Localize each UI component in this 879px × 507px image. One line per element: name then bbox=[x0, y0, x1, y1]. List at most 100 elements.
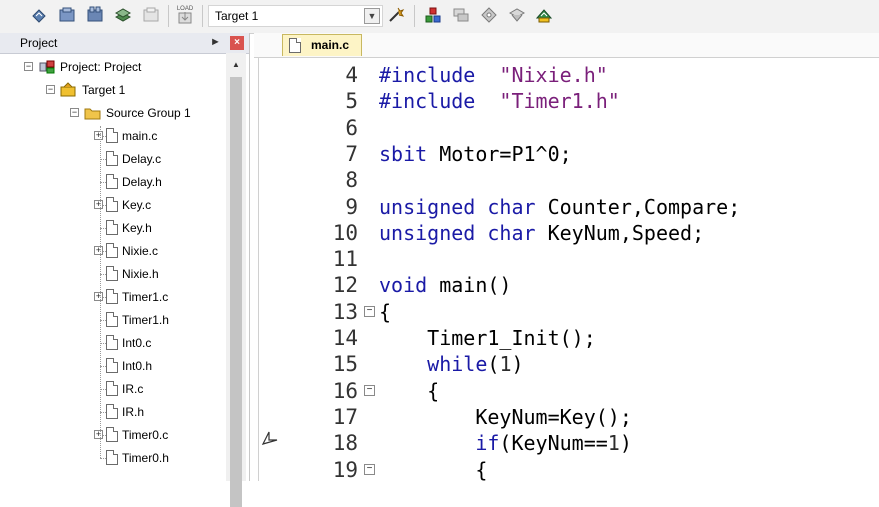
tree-item-label: Timer0.c bbox=[122, 428, 169, 442]
tree-item-nixie-h[interactable]: Nixie.h bbox=[0, 264, 226, 284]
file-icon bbox=[106, 312, 118, 327]
expand-icon[interactable]: + bbox=[94, 430, 103, 439]
tree-item-nixie-c[interactable]: + Nixie.c bbox=[0, 241, 226, 261]
multiproject-icon[interactable] bbox=[535, 6, 553, 24]
line-number: 16 bbox=[332, 378, 358, 403]
stop-build-icon[interactable] bbox=[142, 6, 160, 24]
code-text: { bbox=[379, 378, 440, 403]
code-text: unsigned char KeyNum,Speed; bbox=[379, 220, 705, 245]
tree-item-label: Delay.c bbox=[122, 152, 162, 166]
project-panel: Project ► × − Project: Project − Target 1 − S… bbox=[0, 33, 250, 507]
code-text: Timer1_Init(); bbox=[379, 326, 596, 350]
fold-toggle-icon[interactable]: − bbox=[364, 463, 375, 475]
tree-item-int0-h[interactable]: Int0.h bbox=[0, 356, 226, 376]
tree-item-ir-c[interactable]: IR.c bbox=[0, 379, 226, 399]
tab-main-c[interactable]: main.c bbox=[282, 34, 362, 56]
manage-rte-icon[interactable] bbox=[508, 6, 526, 24]
target-select[interactable]: Target 1 ▼ bbox=[208, 5, 383, 27]
code-line[interactable]: 5 #include "Timer1.h" bbox=[259, 88, 879, 114]
collapse-icon[interactable]: − bbox=[24, 62, 33, 71]
tree-item-delay-c[interactable]: Delay.c bbox=[0, 149, 226, 169]
file-icon bbox=[106, 450, 118, 465]
line-number: 9 bbox=[345, 194, 358, 219]
tree-item-timer1-c[interactable]: + Timer1.c bbox=[0, 287, 226, 307]
code-line[interactable]: 12 void main() bbox=[259, 272, 879, 298]
fold-toggle-icon[interactable]: − bbox=[364, 305, 375, 317]
tree-item-label: Project: Project bbox=[60, 60, 142, 74]
fold-toggle-icon[interactable]: − bbox=[364, 384, 375, 396]
file-icon bbox=[106, 128, 118, 143]
load-icon[interactable]: LOAD bbox=[176, 3, 194, 27]
file-icon bbox=[106, 335, 118, 350]
code-editor[interactable]: 4 #include "Nixie.h" 5 #include "Timer1.h" 6… bbox=[258, 58, 879, 481]
target-select-value: Target 1 bbox=[215, 9, 259, 23]
tree-item-timer0-h[interactable]: Timer0.h bbox=[0, 448, 226, 468]
tree-item-target-1[interactable]: − Target 1 bbox=[0, 80, 226, 100]
code-line[interactable]: 15 while(1) bbox=[259, 351, 879, 377]
tree-item-key-h[interactable]: Key.h bbox=[0, 218, 226, 238]
batch-build-icon[interactable] bbox=[114, 6, 132, 24]
code-line[interactable]: 14 Timer1_Init(); bbox=[259, 325, 879, 351]
editor-tab-strip: main.c bbox=[254, 33, 879, 58]
expand-icon[interactable]: + bbox=[94, 200, 103, 209]
toolbar-separator bbox=[202, 5, 203, 27]
scroll-up-icon[interactable]: ▲ bbox=[226, 57, 246, 73]
tree-item-label: Key.h bbox=[122, 221, 152, 235]
tree-item-int0-c[interactable]: Int0.c bbox=[0, 333, 226, 353]
tree-item-label: Int0.h bbox=[122, 359, 153, 373]
expand-icon[interactable]: + bbox=[94, 292, 103, 301]
tree-item-key-c[interactable]: + Key.c bbox=[0, 195, 226, 215]
scroll-thumb[interactable] bbox=[230, 77, 242, 507]
project-icon bbox=[39, 60, 55, 74]
pack-installer-icon[interactable] bbox=[452, 6, 470, 24]
code-line[interactable]: 11 bbox=[259, 246, 879, 272]
project-scrollbar[interactable]: ▲ bbox=[226, 53, 246, 507]
tree-item-delay-h[interactable]: Delay.h bbox=[0, 172, 226, 192]
tree-item-main-c[interactable]: + main.c bbox=[0, 126, 226, 146]
code-text: { bbox=[379, 457, 488, 482]
tree-item-project-project[interactable]: − Project: Project bbox=[0, 57, 226, 77]
line-number: 13 bbox=[332, 299, 358, 324]
code-line[interactable]: 4 #include "Nixie.h" bbox=[259, 62, 879, 88]
tree-item-source-group-1[interactable]: − Source Group 1 bbox=[0, 103, 226, 123]
code-text: unsigned char Counter,Compare; bbox=[379, 194, 741, 219]
tree-item-label: Target 1 bbox=[82, 83, 126, 97]
line-number: 11 bbox=[332, 247, 358, 272]
tree-item-timer1-h[interactable]: Timer1.h bbox=[0, 310, 226, 330]
file-icon bbox=[106, 197, 118, 212]
collapse-icon[interactable]: − bbox=[70, 108, 79, 117]
code-line[interactable]: 13−{ bbox=[259, 299, 879, 325]
tree-item-ir-h[interactable]: IR.h bbox=[0, 402, 226, 422]
line-number: 8 bbox=[345, 168, 358, 193]
line-number: 12 bbox=[332, 273, 358, 298]
file-icon bbox=[106, 358, 118, 373]
code-line[interactable]: 8 bbox=[259, 167, 879, 193]
code-line[interactable]: 17 KeyNum=Key(); bbox=[259, 404, 879, 430]
collapse-icon[interactable]: − bbox=[46, 85, 55, 94]
target-options-icon[interactable] bbox=[387, 6, 405, 24]
rebuild-icon[interactable] bbox=[86, 6, 104, 24]
code-line[interactable]: 6 bbox=[259, 115, 879, 141]
line-number: 6 bbox=[345, 115, 358, 140]
code-line[interactable]: 16− { bbox=[259, 378, 879, 404]
code-line[interactable]: 19− { bbox=[259, 457, 879, 482]
manage-components-icon[interactable] bbox=[424, 6, 442, 24]
close-icon[interactable]: × bbox=[230, 36, 244, 50]
code-line[interactable]: 9 unsigned char Counter,Compare; bbox=[259, 194, 879, 220]
translate-icon[interactable] bbox=[30, 6, 48, 24]
select-packs-icon[interactable] bbox=[480, 6, 498, 24]
pin-icon[interactable]: ► bbox=[210, 36, 221, 48]
tree-item-timer0-c[interactable]: + Timer0.c bbox=[0, 425, 226, 445]
tree-item-label: IR.h bbox=[122, 405, 145, 419]
code-line[interactable]: 18 if(KeyNum==1) bbox=[259, 430, 879, 456]
expand-icon[interactable]: + bbox=[94, 131, 103, 140]
tree-item-label: IR.c bbox=[122, 382, 144, 396]
code-line[interactable]: 10 unsigned char KeyNum,Speed; bbox=[259, 220, 879, 246]
code-line[interactable]: 7 sbit Motor=P1^0; bbox=[259, 141, 879, 167]
line-number: 7 bbox=[345, 141, 358, 166]
file-icon bbox=[106, 174, 118, 189]
build-icon[interactable] bbox=[58, 6, 76, 24]
tree-item-label: Timer1.h bbox=[122, 313, 169, 327]
chevron-down-icon[interactable]: ▼ bbox=[364, 8, 380, 24]
expand-icon[interactable]: + bbox=[94, 246, 103, 255]
